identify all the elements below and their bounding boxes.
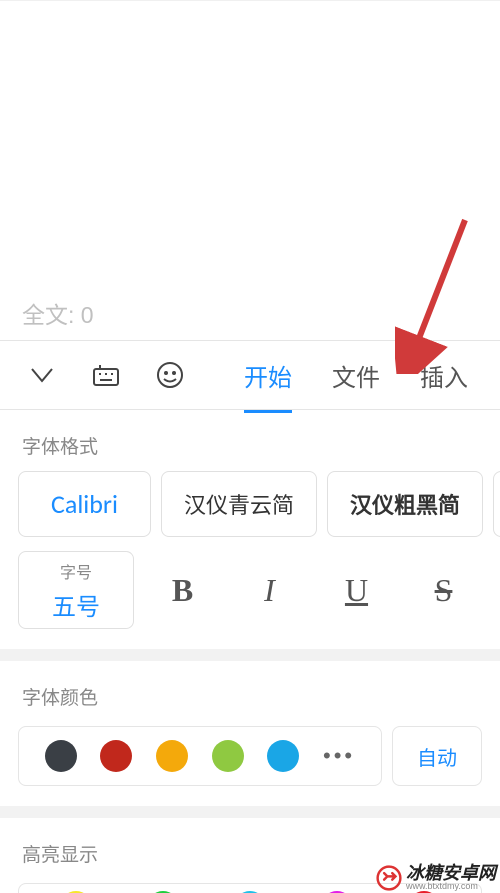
color-swatch-dark[interactable] [45,740,77,772]
color-swatch-blue[interactable] [267,740,299,772]
watermark: 冰糖安卓网 www.btxtdmy.com [376,864,496,891]
main-toolbar: 开始 文件 插入 [0,340,500,410]
tab-file[interactable]: 文件 [332,338,380,413]
font-color-swatches: ••• [18,726,382,786]
font-color-panel: 字体颜色 ••• 自动 [0,661,500,806]
color-swatch-orange[interactable] [156,740,188,772]
face-icon[interactable] [152,357,188,393]
font-format-panel: 字体格式 Calibri 汉仪青云简 汉仪粗黑简 ••• 字号 五号 B I U… [0,410,500,649]
font-option-calibri[interactable]: Calibri [18,471,151,537]
word-count-status: 全文: 0 [22,296,94,330]
section-divider-2 [0,806,500,818]
font-size-value: 五号 [52,587,100,622]
strikethrough-button[interactable]: S [405,551,482,629]
watermark-domain: www.btxtdmy.com [406,882,496,891]
font-option-hanyi-qingyun[interactable]: 汉仪青云简 [161,471,317,537]
italic-button[interactable]: I [231,551,308,629]
section-divider [0,649,500,661]
watermark-icon [376,865,402,891]
watermark-text: 冰糖安卓网 [406,864,496,882]
keyboard-icon[interactable] [88,357,124,393]
underline-button[interactable]: U [318,551,395,629]
bold-button[interactable]: B [144,551,221,629]
tab-home[interactable]: 开始 [244,338,292,413]
document-canvas[interactable]: 全文: 0 [0,0,500,340]
auto-color-button[interactable]: 自动 [392,726,482,786]
more-colors-button[interactable]: ••• [323,743,355,769]
section-label-font-format: 字体格式 [0,410,500,471]
tab-insert[interactable]: 插入 [420,338,468,413]
collapse-chevron-icon[interactable] [24,357,60,393]
font-size-selector[interactable]: 字号 五号 [18,551,134,629]
section-label-font-color: 字体颜色 [0,661,500,722]
color-swatch-red[interactable] [100,740,132,772]
font-option-hanyi-cuhei[interactable]: 汉仪粗黑简 [327,471,483,537]
font-size-label: 字号 [60,559,92,583]
color-swatch-green[interactable] [212,740,244,772]
more-fonts-button[interactable]: ••• [493,471,500,537]
